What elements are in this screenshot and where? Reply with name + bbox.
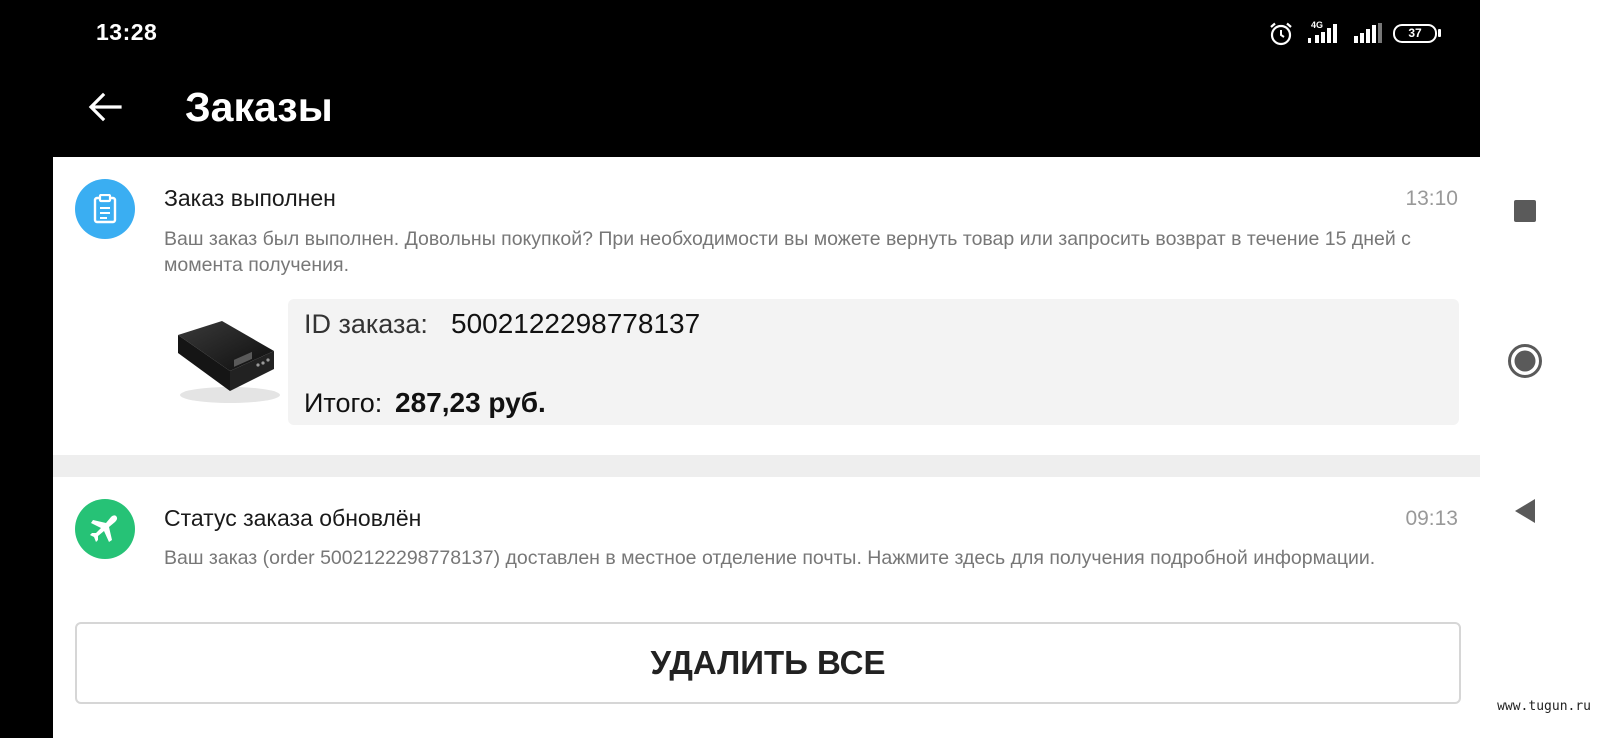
notification-title: Заказ выполнен xyxy=(164,185,336,211)
notification-icon xyxy=(75,179,135,239)
status-bar: 13:28 4G 37 xyxy=(0,0,1480,72)
order-summary[interactable]: ID заказа: 5002122298778137 Итого: 287,2… xyxy=(164,299,1459,425)
alarm-icon xyxy=(1270,22,1292,46)
watermark: www.tugun.ru xyxy=(1497,699,1591,714)
home-button[interactable] xyxy=(1502,338,1548,384)
square-icon xyxy=(1514,200,1536,222)
airplane-icon xyxy=(90,515,118,542)
notifications-list[interactable]: Заказ выполнен 13:10 Ваш заказ был выпол… xyxy=(53,157,1480,738)
system-nav-bar xyxy=(1480,0,1599,738)
order-id-value: 5002122298778137 xyxy=(451,308,701,339)
recents-button[interactable] xyxy=(1502,188,1548,234)
order-total-label: Итого: xyxy=(304,388,383,418)
clipboard-icon xyxy=(93,194,117,224)
circle-icon xyxy=(1508,344,1542,378)
notification-time: 09:13 xyxy=(1405,507,1458,530)
notification-icon xyxy=(75,499,135,559)
triangle-back-icon xyxy=(1515,499,1535,523)
notification-body: Ваш заказ был выполнен. Довольны покупко… xyxy=(164,228,1411,276)
page-title: Заказы xyxy=(185,84,333,130)
battery-tip xyxy=(1438,29,1441,37)
order-info-panel: ID заказа: 5002122298778137 Итого: 287,2… xyxy=(288,299,1459,425)
back-button[interactable] xyxy=(80,82,130,132)
app-bar: Заказы xyxy=(0,72,1480,157)
notification-time: 13:10 xyxy=(1405,187,1458,210)
status-time: 13:28 xyxy=(96,19,158,45)
signal-4g-icon xyxy=(1308,24,1337,43)
back-nav-button[interactable] xyxy=(1502,488,1548,534)
arrow-left-icon xyxy=(88,92,122,122)
notification-card-status-updated[interactable]: Статус заказа обновлён 09:13 Ваш заказ (… xyxy=(53,477,1480,607)
delete-all-button[interactable]: УДАЛИТЬ ВСЕ xyxy=(75,622,1461,704)
signal-icon xyxy=(1354,23,1382,43)
order-id-label: ID заказа: xyxy=(304,309,428,339)
notification-card-order-completed[interactable]: Заказ выполнен 13:10 Ваш заказ был выпол… xyxy=(53,157,1480,455)
notification-title: Статус заказа обновлён xyxy=(164,505,422,531)
status-icons: 4G 37 xyxy=(1268,20,1441,48)
card-separator xyxy=(53,455,1480,477)
battery-icon: 37 xyxy=(1393,24,1437,43)
order-total-value: 287,23 руб. xyxy=(395,387,546,418)
product-thumbnail xyxy=(164,299,288,425)
notification-body: Ваш заказ (order 5002122298778137) доста… xyxy=(164,547,1376,569)
